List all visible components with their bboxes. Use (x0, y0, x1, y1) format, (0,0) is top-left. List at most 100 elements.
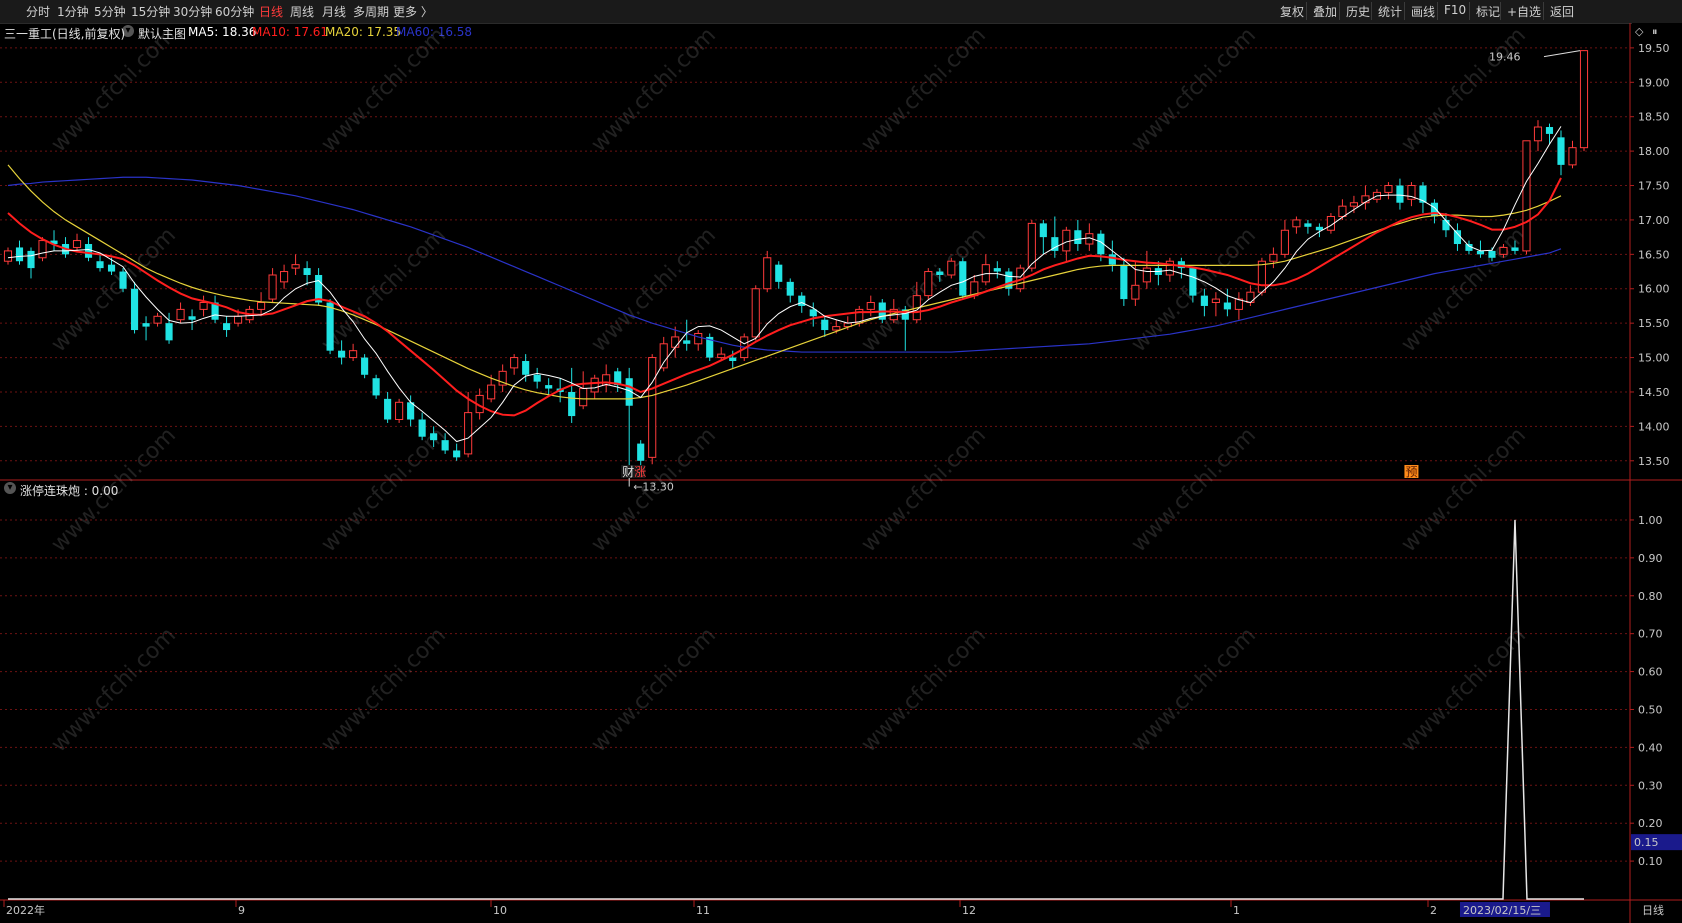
candle (947, 257, 956, 279)
candle-body-up (1522, 140, 1531, 252)
toolbar-action-3[interactable]: 统计 (1378, 3, 1402, 20)
candle (1349, 195, 1358, 214)
toolbar-action-1[interactable]: 叠加 (1313, 3, 1337, 20)
toolbar-divider (1543, 2, 1544, 20)
candle (1108, 240, 1116, 272)
toolbar-action-6[interactable]: 标记 (1476, 3, 1500, 20)
time-axis-label: 12 (962, 904, 976, 917)
indicator-tick-label: 0.50 (1638, 703, 1663, 716)
time-axis-label: 1 (1233, 904, 1240, 917)
candle-body-up (464, 412, 473, 455)
period-tab-7[interactable]: 周线 (290, 3, 314, 20)
period-tab-8[interactable]: 月线 (322, 3, 346, 20)
watermark-text: www.cfchi.com (1397, 423, 1531, 557)
candle-body-up (590, 377, 599, 393)
indicator-tick-label: 0.10 (1638, 855, 1663, 868)
candle (1211, 292, 1220, 317)
candle (3, 247, 13, 265)
candle (1396, 178, 1404, 210)
indicator-tick-label: 0.80 (1638, 590, 1663, 603)
candle-body-down (142, 323, 150, 327)
period-tab-10[interactable]: 更多 〉 (393, 3, 433, 20)
candle (1533, 120, 1543, 152)
candle (188, 309, 196, 331)
candle (268, 268, 277, 303)
candle-body-up (1568, 147, 1577, 166)
candle-body-down (27, 250, 35, 269)
toolbar-action-0[interactable]: 复权 (1280, 3, 1304, 20)
price-tick-label: 14.50 (1638, 386, 1670, 399)
period-tab-3[interactable]: 15分钟 (131, 3, 170, 20)
period-tab-0[interactable]: 分时 (26, 3, 50, 20)
candle-body-down (165, 323, 173, 341)
indicator-tick-label: 0.60 (1638, 666, 1663, 679)
ma20-line (7, 164, 1562, 400)
candle-body-down (338, 350, 346, 358)
candle (1234, 292, 1243, 320)
price-tick-label: 17.50 (1638, 180, 1670, 193)
price-tick-label: 18.50 (1638, 111, 1670, 124)
candle (510, 354, 519, 375)
time-axis: 2022年 9 10 11 12 1 2 (3, 900, 1437, 917)
candle (1062, 226, 1071, 262)
candle-body-up (291, 264, 300, 269)
chart-area[interactable]: 19.50 19.00 18.50 18.00 17.50 17.00 16.50 16.00… (0, 23, 1682, 923)
watermark-text: www.cfchi.com (587, 23, 721, 157)
candle (96, 254, 104, 272)
candle-body-up (153, 315, 162, 324)
candle-body-down (729, 357, 737, 362)
ma60-line (7, 176, 1562, 353)
candle-body-up (866, 302, 875, 310)
indicator-tick-label: 0.30 (1638, 779, 1663, 792)
period-tab-4[interactable]: 30分钟 (173, 3, 212, 20)
watermark-text: www.cfchi.com (47, 223, 181, 357)
candle-body-down (119, 271, 127, 289)
candle (1292, 216, 1301, 234)
high-label: 19.46 (1489, 51, 1521, 64)
toolbar-action-4[interactable]: 画线 (1411, 3, 1435, 20)
period-tab-1[interactable]: 1分钟 (57, 3, 89, 20)
candle-body-up (1062, 229, 1071, 252)
candle (1453, 223, 1462, 251)
candle-body-down (1200, 295, 1208, 306)
toolbar-action-8[interactable]: 返回 (1550, 3, 1574, 20)
candle (395, 398, 404, 423)
candle-body-up (234, 315, 243, 324)
panel-toggle-icon: ⏸ (1652, 25, 1658, 38)
candle-body-up (1499, 246, 1508, 255)
candle-body-up (751, 288, 760, 338)
toolbar-action-7[interactable]: +自选 (1507, 3, 1541, 20)
candle (280, 264, 289, 289)
event-marker-zhang: 涨 (634, 464, 646, 479)
candle (372, 374, 380, 399)
watermark-text: www.cfchi.com (857, 423, 991, 557)
watermark-text: www.cfchi.com (857, 623, 991, 757)
period-tab-6[interactable]: 日线 (259, 3, 283, 20)
time-axis-label: 9 (238, 904, 245, 917)
candle-body-up (487, 384, 496, 400)
candle (384, 391, 392, 423)
period-tab-5[interactable]: 60分钟 (215, 3, 254, 20)
period-tab-9[interactable]: 多周期 (353, 3, 389, 20)
price-tick-label: 19.50 (1638, 42, 1670, 55)
candle (993, 261, 1001, 279)
candle-body-down (384, 398, 392, 420)
candle (257, 292, 266, 317)
indicator-tick-label: 0.20 (1638, 817, 1663, 830)
candle (119, 268, 127, 293)
event-marker-cai: 财 (622, 465, 634, 479)
candle-body-down (441, 440, 449, 451)
candle-body-down (1189, 268, 1197, 296)
candle-body-down (326, 302, 334, 351)
period-tab-2[interactable]: 5分钟 (94, 3, 126, 20)
toolbar-divider (1437, 2, 1438, 20)
watermark-text: www.cfchi.com (1397, 223, 1531, 357)
toolbar-action-5[interactable]: F10 (1444, 3, 1466, 17)
candle (1085, 223, 1094, 251)
toolbar-action-2[interactable]: 历史 (1346, 3, 1370, 20)
time-axis-label: 2022年 (6, 903, 45, 917)
candle-body-down (798, 295, 806, 306)
candle-body-down (453, 450, 461, 458)
candle (349, 343, 358, 362)
candle-body-down (407, 402, 415, 420)
